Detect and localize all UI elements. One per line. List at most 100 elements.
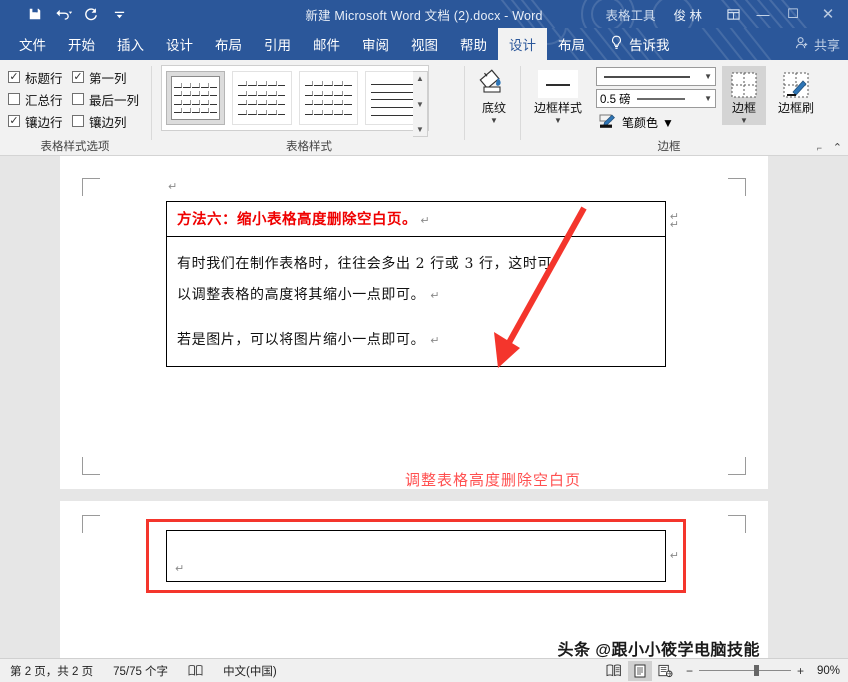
ribbon-separator [151,66,152,140]
paragraph-mark: ↵ [168,180,177,193]
table-style-options-checkboxes[interactable]: 标题行 第一列 汇总行 最后一列 镶边行 镶边列 [8,66,150,132]
line-style-dropdown[interactable]: ▼ [596,67,716,86]
gallery-scroll-buttons[interactable]: ▲ ▼ ▼ [413,71,428,137]
checkbox-label: 标题行 [25,68,63,87]
borders-button[interactable]: 边框 ▼ [722,66,766,125]
web-layout-icon[interactable] [654,661,678,681]
document-page-1[interactable]: ↵ 方法六：缩小表格高度删除空白页。 ↵ ↵ 有时我们在制作表格时，往往会多出 … [60,156,768,489]
zoom-thumb[interactable] [754,665,759,676]
collapse-ribbon-icon[interactable]: ⌃ [833,141,842,154]
tab-design[interactable]: 设计 [155,28,204,60]
ribbon-tabs[interactable]: 文件 开始 插入 设计 布局 引用 邮件 审阅 视图 帮助 设计 布局 告诉我 [8,28,680,60]
share-button[interactable]: 共享 [795,28,840,60]
tab-view[interactable]: 视图 [400,28,449,60]
table-body-row[interactable]: 有时我们在制作表格时，往往会多出 2 行或 3 行，这时可 以调整表格的高度将其… [167,237,665,366]
language-indicator[interactable]: 中文(中国) [213,663,287,679]
chevron-down-icon[interactable]: ▼ [662,116,674,130]
gallery-more-icon[interactable]: ▼ [416,125,424,134]
table-style-thumb-selected[interactable] [166,71,225,125]
empty-table[interactable]: ↵ ↵ [166,530,666,582]
margin-corner-icon [82,515,100,533]
borders-dialog-launcher-icon[interactable]: ⌐ [817,143,822,153]
share-person-icon [795,36,809,53]
content-table[interactable]: 方法六：缩小表格高度删除空白页。 ↵ ↵ 有时我们在制作表格时，往往会多出 2 … [166,201,666,367]
zoom-slider[interactable]: − + [686,664,804,678]
border-brush-icon [781,66,811,100]
checkbox-last-column[interactable]: 最后一列 [72,88,150,110]
paint-bucket-icon [478,66,510,100]
borders-label: 边框 [732,102,756,115]
ribbon-group-table-style-options: 标题行 第一列 汇总行 最后一列 镶边行 镶边列 表格样式 [0,60,150,156]
checkbox-box [72,93,84,105]
maximize-icon[interactable]: ☐ [778,0,808,28]
zoom-out-button[interactable]: − [686,664,693,678]
tell-me-label: 告诉我 [629,34,670,54]
tab-home[interactable]: 开始 [57,28,106,60]
shading-label: 底纹 [482,102,506,115]
user-account-label[interactable]: 俊 林 [674,5,702,24]
ribbon-display-options-icon[interactable] [718,0,748,28]
page-indicator[interactable]: 第 2 页，共 2 页 [0,663,103,679]
chevron-down-icon[interactable]: ▼ [554,116,562,125]
zoom-in-button[interactable]: + [797,664,804,678]
customize-qat-icon[interactable] [106,2,132,26]
tab-layout[interactable]: 布局 [204,28,253,60]
ribbon-separator [520,66,521,140]
group-label-table-style-options: 表格样式选项 [0,138,150,154]
tab-table-design[interactable]: 设计 [498,28,547,60]
status-bar-right: − + 90% [602,661,848,681]
proofing-book-icon[interactable] [178,664,213,677]
border-painter-button[interactable]: 边框刷 [770,66,822,115]
tab-table-layout[interactable]: 布局 [547,28,596,60]
tab-mailings[interactable]: 邮件 [302,28,351,60]
chevron-down-icon[interactable]: ▼ [490,116,498,125]
chevron-down-icon[interactable]: ▼ [704,94,712,103]
tab-help[interactable]: 帮助 [449,28,498,60]
page-gap [0,489,848,501]
line-weight-dropdown[interactable]: 0.5 磅 ▼ [596,89,716,108]
checkbox-first-column[interactable]: 第一列 [72,66,150,88]
checkbox-label: 镶边列 [89,112,127,131]
checkbox-label: 镶边行 [25,112,63,131]
redo-icon[interactable] [78,2,104,26]
close-icon[interactable]: ✕ [808,0,848,28]
borders-grid-icon [729,66,759,100]
border-styles-button[interactable]: 边框样式 ▼ [524,66,592,125]
quick-access-toolbar[interactable] [22,0,132,28]
tab-insert[interactable]: 插入 [106,28,155,60]
share-label: 共享 [814,35,840,54]
save-icon[interactable] [22,2,48,26]
tell-me-box[interactable]: 告诉我 [596,28,680,60]
gallery-scroll-down-icon[interactable]: ▼ [416,100,424,109]
checkbox-banded-rows[interactable]: 镶边行 [8,110,72,132]
checkbox-total-row[interactable]: 汇总行 [8,88,72,110]
zoom-track[interactable] [699,670,791,671]
document-page-2[interactable]: 调整表格高度删除空白页 ↵ ↵ 头条 @跟小小筱学电脑技能 [60,501,768,658]
chevron-down-icon[interactable]: ▼ [740,116,748,125]
table-header-row[interactable]: 方法六：缩小表格高度删除空白页。 ↵ ↵ [167,202,665,237]
checkbox-label: 第一列 [89,68,127,87]
tab-references[interactable]: 引用 [253,28,302,60]
minimize-icon[interactable]: — [748,0,778,28]
line-weight-preview [635,94,687,104]
print-layout-icon[interactable] [628,661,652,681]
margin-corner-icon [728,457,746,475]
tab-review[interactable]: 审阅 [351,28,400,60]
checkbox-header-row[interactable]: 标题行 [8,66,72,88]
checkbox-banded-columns[interactable]: 镶边列 [72,110,150,132]
read-mode-icon[interactable] [602,661,626,681]
chevron-down-icon[interactable]: ▼ [704,72,712,81]
gallery-scroll-up-icon[interactable]: ▲ [416,74,424,83]
document-canvas[interactable]: ↵ 方法六：缩小表格高度删除空白页。 ↵ ↵ 有时我们在制作表格时，往往会多出 … [0,156,848,658]
row-end-mark: ↵ [670,218,679,231]
pen-color-button[interactable]: 笔颜色 ▼ [598,113,674,132]
table-style-thumb-3[interactable] [299,71,358,125]
table-style-thumb-2[interactable] [232,71,291,125]
shading-button[interactable]: 底纹 ▼ [468,66,520,125]
undo-icon[interactable] [50,2,76,26]
tab-file[interactable]: 文件 [8,28,57,60]
checkbox-box [72,115,84,127]
zoom-level-label[interactable]: 90% [812,665,840,677]
word-count[interactable]: 75/75 个字 [103,663,178,679]
table-styles-gallery[interactable]: ▲ ▼ ▼ [161,65,429,131]
